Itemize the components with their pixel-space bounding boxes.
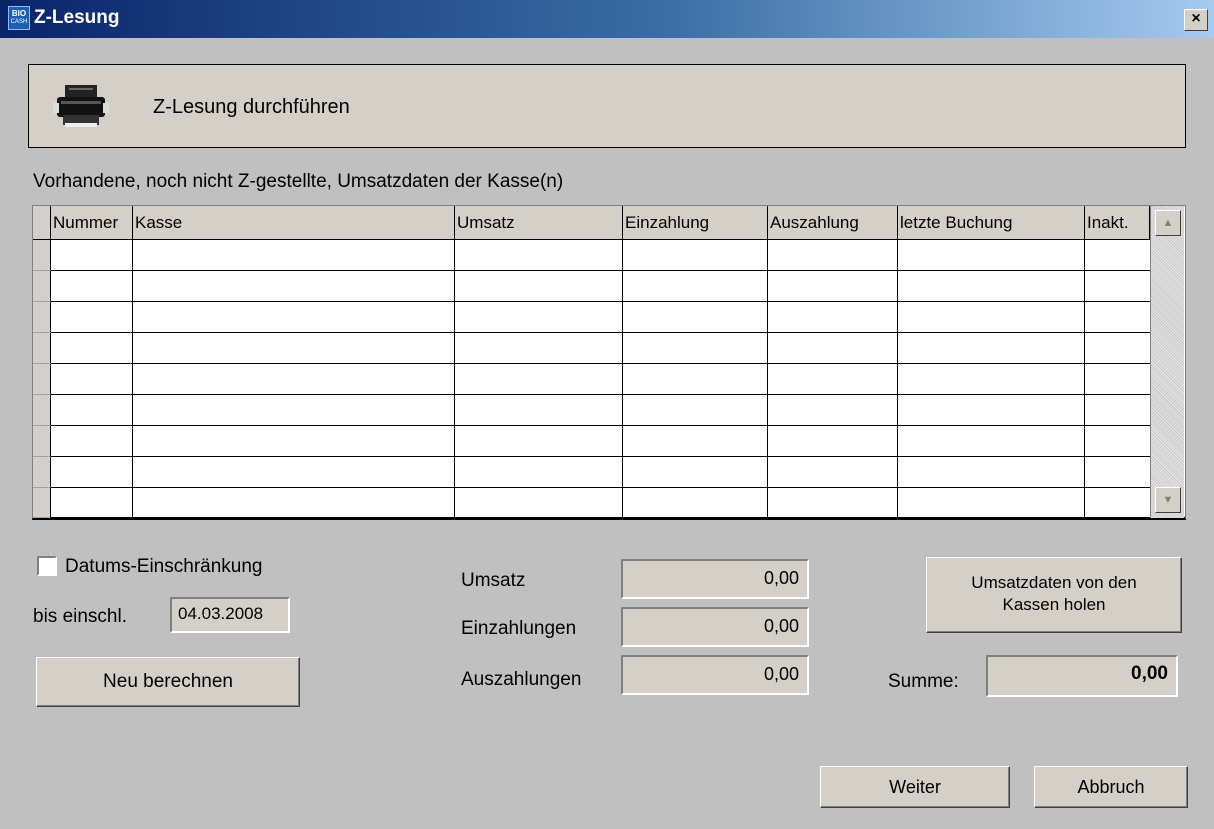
fetch-button-line1: Umsatzdaten von den [971, 573, 1137, 592]
fetch-sales-data-button[interactable]: Umsatzdaten von den Kassen holen [926, 557, 1182, 633]
column-header-inakt[interactable]: Inakt. [1085, 206, 1150, 240]
grid-line [51, 332, 1150, 333]
date-restriction-checkbox[interactable] [37, 556, 57, 576]
einzahlungen-value: 0,00 [621, 607, 809, 647]
column-header-einzahlung[interactable]: Einzahlung [623, 206, 768, 240]
grid-line [897, 240, 898, 518]
row-selector[interactable] [33, 271, 51, 302]
grid-line [51, 456, 1150, 457]
header-title: Z-Lesung durchführen [153, 96, 350, 118]
title-bar: BIO CASH Z-Lesung × [0, 0, 1214, 38]
grid-line [132, 240, 133, 518]
row-selector[interactable] [33, 364, 51, 395]
row-selector[interactable] [33, 333, 51, 364]
grid-line [767, 240, 768, 518]
scroll-down-button[interactable]: ▼ [1155, 487, 1181, 513]
auszahlungen-label: Auszahlungen [461, 669, 582, 690]
section-label: Vorhandene, noch nicht Z-gestellte, Umsa… [33, 171, 564, 192]
date-restriction-label[interactable]: Datums-Einschränkung [65, 556, 262, 578]
row-selector[interactable] [33, 395, 51, 426]
grid-line [1084, 240, 1085, 518]
vertical-scrollbar[interactable]: ▲ ▼ [1150, 206, 1184, 518]
sales-data-grid[interactable]: Nummer Kasse Umsatz Einzahlung Auszahlun… [32, 205, 1186, 520]
next-button[interactable]: Weiter [820, 766, 1010, 808]
summe-label: Summe: [888, 671, 959, 692]
until-date-input[interactable]: 04.03.2008 [170, 597, 290, 633]
grid-line [51, 363, 1150, 364]
app-logo-icon: BIO CASH [8, 6, 30, 30]
grid-corner [33, 206, 51, 240]
column-header-umsatz[interactable]: Umsatz [455, 206, 623, 240]
einzahlungen-label: Einzahlungen [461, 618, 577, 639]
summe-value: 0,00 [986, 655, 1178, 697]
row-selector[interactable] [33, 457, 51, 488]
app-logo-text: BIO [11, 9, 27, 18]
grid-line [622, 240, 623, 518]
grid-line [454, 240, 455, 518]
row-selector[interactable] [33, 240, 51, 271]
close-button[interactable]: × [1184, 9, 1208, 31]
column-header-kasse[interactable]: Kasse [133, 206, 455, 240]
umsatz-label: Umsatz [461, 570, 526, 591]
row-selector[interactable] [33, 488, 51, 518]
scroll-up-button[interactable]: ▲ [1155, 210, 1181, 236]
header-panel: Z-Lesung durchführen [28, 64, 1186, 148]
grid-line [51, 425, 1150, 426]
grid-line [51, 487, 1150, 488]
row-selector[interactable] [33, 426, 51, 457]
printer-icon [53, 85, 109, 127]
auszahlungen-value: 0,00 [621, 655, 809, 695]
cancel-button[interactable]: Abbruch [1034, 766, 1188, 808]
row-selector[interactable] [33, 302, 51, 333]
grid-line [51, 394, 1150, 395]
until-label: bis einschl. [33, 606, 127, 627]
window-title: Z-Lesung [34, 7, 120, 28]
recalculate-button[interactable]: Neu berechnen [36, 657, 300, 707]
fetch-button-line2: Kassen holen [1002, 595, 1106, 614]
grid-line [51, 270, 1150, 271]
grid-line [51, 301, 1150, 302]
column-header-letzte-buchung[interactable]: letzte Buchung [898, 206, 1085, 240]
column-header-nummer[interactable]: Nummer [51, 206, 133, 240]
column-header-auszahlung[interactable]: Auszahlung [768, 206, 898, 240]
umsatz-value: 0,00 [621, 559, 809, 599]
app-logo-subtext: CASH [10, 19, 28, 25]
